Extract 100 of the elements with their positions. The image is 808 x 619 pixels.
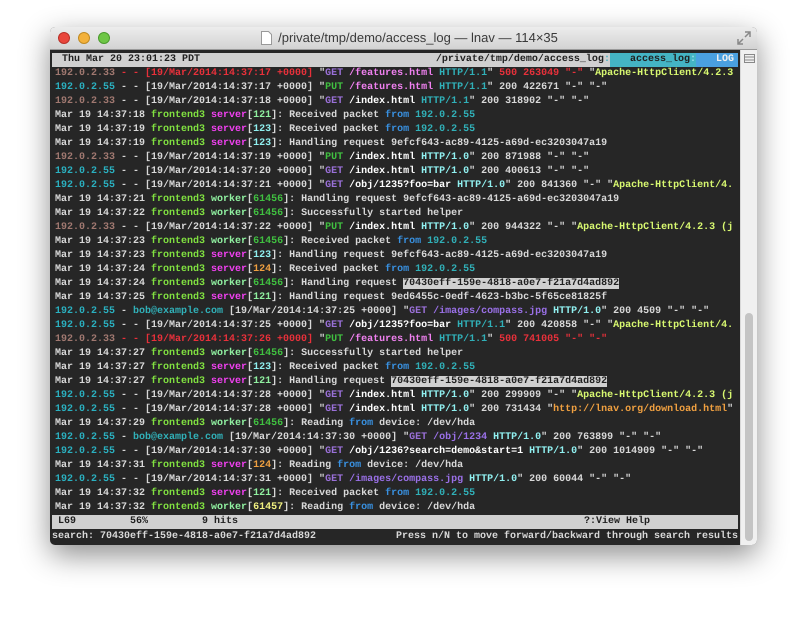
hits-count: 9 hits bbox=[202, 515, 238, 529]
log-field: " 200 60044 "-" "-" bbox=[517, 474, 632, 485]
log-field: server bbox=[205, 250, 248, 261]
log-field: - - [19/Mar/2014:14:37:21 +0000] " bbox=[115, 180, 326, 191]
log-field: Mar 19 14:37:19 bbox=[55, 138, 152, 149]
log-field: " bbox=[727, 404, 734, 415]
log-field: worker bbox=[205, 502, 248, 513]
log-field: GET bbox=[325, 166, 344, 177]
log-field: ]: Reading bbox=[271, 460, 338, 471]
scrollbar[interactable] bbox=[740, 50, 757, 545]
log-field: - bbox=[115, 432, 134, 443]
log-field: PUT bbox=[325, 82, 344, 93]
log-field: 192.0.2.33 bbox=[55, 96, 116, 107]
log-field: [19/Mar/2014:14:37:25 +0000] " bbox=[223, 306, 410, 317]
log-field: - - [19/Mar/2014:14:37:25 +0000] " bbox=[115, 320, 326, 331]
log-field: 123 bbox=[253, 250, 272, 261]
log-field: 192.0.2.55 bbox=[409, 264, 476, 275]
log-field: HTTP/1.0 bbox=[547, 306, 602, 317]
search-command[interactable]: search: 70430eff-159e-4818-a0e7-f21a7d4ad892 bbox=[52, 530, 316, 544]
log-field: /index.html bbox=[343, 390, 416, 401]
log-field: Mar 19 14:37:25 bbox=[55, 292, 152, 303]
log-field: 123 bbox=[253, 124, 272, 135]
log-field: Mar 19 14:37:32 bbox=[55, 488, 152, 499]
log-field: 192.0.2.33 bbox=[55, 68, 116, 79]
log-field: frontend3 bbox=[151, 376, 206, 387]
document-icon bbox=[261, 31, 272, 45]
log-field: Mar 19 14:37:22 bbox=[55, 208, 152, 219]
log-field: ]: Handling request 9ed6455c-0edf-4623-b3bc-5f65ce81825f bbox=[271, 292, 608, 303]
fullscreen-icon[interactable] bbox=[737, 31, 751, 45]
log-field: ]: Reading bbox=[283, 418, 350, 429]
log-field: 192.0.2.55 bbox=[55, 404, 116, 415]
log-field: [ bbox=[247, 362, 254, 373]
log-field: frontend3 bbox=[151, 208, 206, 219]
log-field: worker bbox=[205, 236, 248, 247]
log-field: - - [19/Mar/2014:14:37:26 +0000] bbox=[115, 334, 314, 345]
log-field: [ bbox=[247, 376, 254, 387]
scrollbar-thumb[interactable] bbox=[745, 313, 753, 541]
log-field: 61457 bbox=[253, 502, 284, 513]
log-field: ]: Handling request 9efcf643-ac89-4125-a69d-ec3203047a19 bbox=[283, 194, 620, 205]
log-field: frontend3 bbox=[151, 236, 206, 247]
log-field: 61456 bbox=[253, 278, 284, 289]
log-field: " bbox=[487, 334, 500, 345]
log-field: HTTP/1.1 bbox=[433, 334, 488, 345]
log-field: frontend3 bbox=[151, 138, 206, 149]
log-field: Mar 19 14:37:29 bbox=[55, 418, 152, 429]
log-field: [ bbox=[247, 292, 254, 303]
log-field: /index.html bbox=[343, 222, 416, 233]
log-field: 192.0.2.55 bbox=[55, 474, 116, 485]
log-field: ]: Handling request bbox=[271, 376, 392, 387]
log-field: bob@example.com bbox=[133, 432, 224, 443]
log-field: 500 741005 "-" "-" bbox=[499, 334, 608, 345]
log-field: " 200 731434 " bbox=[469, 404, 554, 415]
log-field: [ bbox=[247, 264, 254, 275]
log-field: [ bbox=[247, 138, 254, 149]
log-field: server bbox=[205, 488, 248, 499]
log-field: 124 bbox=[253, 460, 272, 471]
close-button[interactable] bbox=[58, 32, 70, 44]
view-label: LOG bbox=[696, 53, 738, 67]
log-field: " 200 400613 "-" "-" bbox=[469, 166, 590, 177]
log-field: " bbox=[487, 68, 500, 79]
log-field: 121 bbox=[253, 488, 272, 499]
log-field: [ bbox=[247, 488, 254, 499]
log-field: from bbox=[349, 502, 374, 513]
log-field: - - [19/Mar/2014:14:37:19 +0000] " bbox=[115, 152, 326, 163]
log-field: device: /dev/hda bbox=[361, 460, 464, 471]
log-field: frontend3 bbox=[151, 110, 206, 121]
log-field: 61456 bbox=[253, 194, 284, 205]
log-field: frontend3 bbox=[151, 194, 206, 205]
log-field: server bbox=[205, 264, 248, 275]
log-field: ]: Received packet bbox=[271, 264, 386, 275]
log-field: ]: Received packet bbox=[271, 362, 386, 373]
log-field: HTTP/1.1 bbox=[433, 82, 488, 93]
zoom-button[interactable] bbox=[98, 32, 110, 44]
help-hint: ?:View Help bbox=[584, 515, 651, 529]
log-field: GET bbox=[325, 320, 344, 331]
log-field: - - [19/Mar/2014:14:37:18 +0000] " bbox=[115, 96, 326, 107]
log-field: - - [19/Mar/2014:14:37:31 +0000] " bbox=[115, 474, 326, 485]
log-field: 192.0.2.55 bbox=[55, 446, 116, 457]
log-field: worker bbox=[205, 418, 248, 429]
split-icon bbox=[744, 54, 754, 63]
log-field: Apache-HttpClient/4.2.3 (j bbox=[577, 390, 734, 401]
log-field: Mar 19 14:37:19 bbox=[55, 124, 152, 135]
log-field: from bbox=[385, 362, 410, 373]
log-field: " bbox=[589, 68, 596, 79]
log-field: 192.0.2.55 bbox=[409, 488, 476, 499]
log-field: ]: Received packet bbox=[271, 110, 386, 121]
log-field: ]: Handling request bbox=[283, 278, 404, 289]
log-field: " 200 420858 "-" " bbox=[505, 320, 614, 331]
log-field: 192.0.2.55 bbox=[421, 236, 488, 247]
log-field: /obj/1236?search=demo&start=1 bbox=[343, 446, 524, 457]
separator-text: : bbox=[604, 53, 610, 67]
log-field: worker bbox=[205, 208, 248, 219]
log-field: " 200 422671 "-" "-" bbox=[487, 82, 608, 93]
log-field: ]: Reading bbox=[283, 502, 350, 513]
minimize-button[interactable] bbox=[78, 32, 90, 44]
log-field: /index.html bbox=[343, 166, 416, 177]
log-field: Mar 19 14:37:24 bbox=[55, 264, 152, 275]
log-field: 192.0.2.55 bbox=[55, 82, 116, 93]
search-hint: Press n/N to move forward/backward through search results bbox=[396, 530, 738, 544]
log-field: ]: Successfully started helper bbox=[283, 348, 464, 359]
